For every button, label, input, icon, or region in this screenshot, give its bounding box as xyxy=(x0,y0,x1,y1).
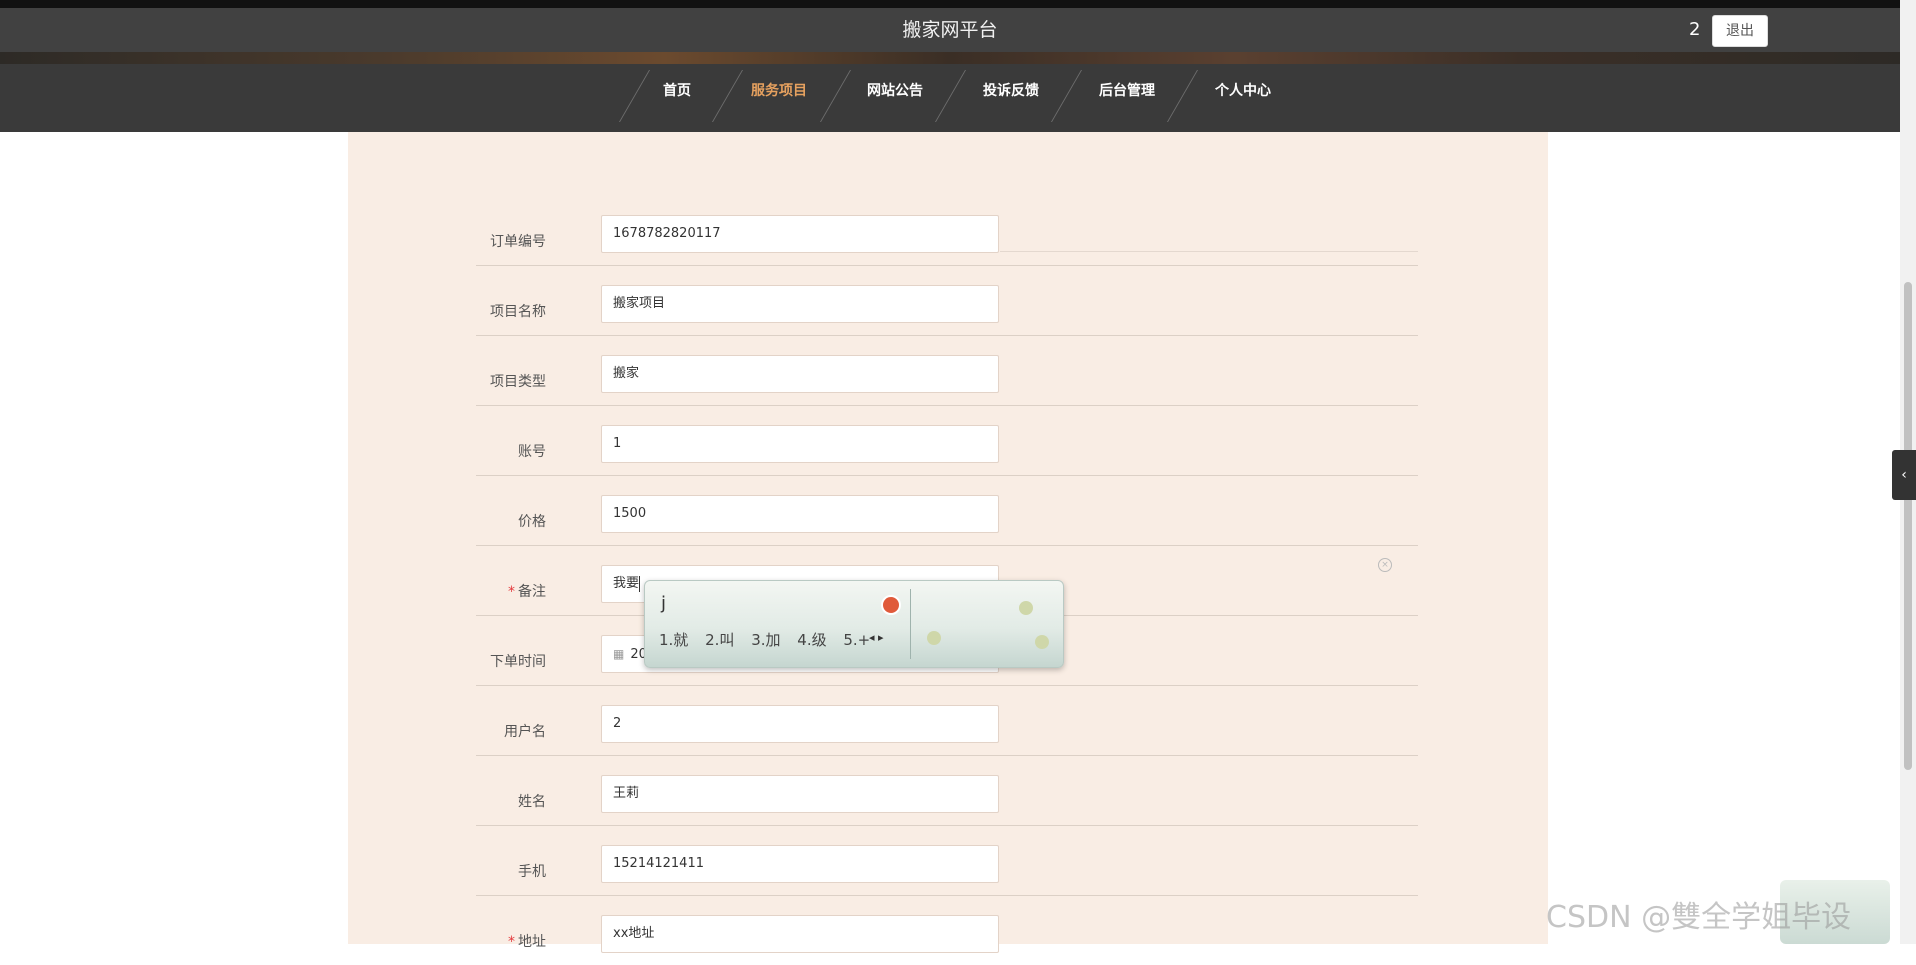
title-bar: 搬家网平台 2 退出 xyxy=(0,8,1900,52)
nav-item-services[interactable]: 服务项目 xyxy=(751,64,807,132)
nav-item-admin[interactable]: 后台管理 xyxy=(1099,64,1155,132)
field-label: 项目名称 xyxy=(490,304,546,320)
field-label: 价格 xyxy=(518,514,546,530)
nav-item-home[interactable]: 首页 xyxy=(663,64,691,132)
ime-divider xyxy=(910,589,911,659)
ime-candidate[interactable]: 4.级 xyxy=(797,631,826,649)
project-name-input[interactable]: 搬家项目 xyxy=(601,285,999,323)
ime-candidate-popup: j 1.就 2.叫 3.加 4.级 5.+ ◂ ▸ xyxy=(644,580,1064,668)
nav-item-announcements[interactable]: 网站公告 xyxy=(867,64,923,132)
field-label: 项目类型 xyxy=(490,374,546,390)
decor-dot xyxy=(1035,635,1049,649)
form-row-name: 姓名 王莉 xyxy=(348,755,1548,826)
form-row-price: 价格 1500 xyxy=(348,475,1548,546)
ime-page-arrows[interactable]: ◂ ▸ xyxy=(869,631,884,644)
field-label: 手机 xyxy=(518,864,546,880)
ime-candidate[interactable]: 1.就 xyxy=(659,631,688,649)
field-label: 账号 xyxy=(518,444,546,460)
nav-separator xyxy=(934,70,967,122)
phone-input[interactable]: 15214121411 xyxy=(601,845,999,883)
form-row-phone: 手机 15214121411 xyxy=(348,825,1548,896)
field-label: * 地址 xyxy=(508,931,546,951)
form-row-username: 用户名 2 xyxy=(348,685,1548,756)
ime-skin-decoration xyxy=(923,595,1051,655)
username-input[interactable]: 2 xyxy=(601,705,999,743)
required-marker: * xyxy=(508,584,515,600)
field-label: * 备注 xyxy=(508,581,546,601)
form-row-project-name: 项目名称 搬家项目 xyxy=(348,265,1548,336)
watermark: CSDN @雙全学姐毕设 xyxy=(1546,900,1852,935)
calendar-icon: ▦ xyxy=(613,647,625,661)
field-label: 订单编号 xyxy=(490,234,546,250)
site-title: 搬家网平台 xyxy=(902,19,998,41)
ime-pinyin: j xyxy=(661,593,667,614)
window-top-edge xyxy=(0,0,1900,8)
field-label: 姓名 xyxy=(518,794,546,810)
scrollbar-thumb[interactable] xyxy=(1904,282,1912,770)
ime-candidate[interactable]: 2.叫 xyxy=(705,631,734,649)
field-label-text: 备注 xyxy=(518,584,546,600)
nav-separator xyxy=(1050,70,1083,122)
field-label-text: 地址 xyxy=(518,934,546,950)
ime-candidate[interactable]: 5.+ xyxy=(843,631,870,649)
account-input[interactable]: 1 xyxy=(601,425,999,463)
decorative-banner-strip xyxy=(0,52,1900,64)
decor-dot xyxy=(927,631,941,645)
row-guide-line xyxy=(1000,251,1418,252)
nav-separator xyxy=(1166,70,1199,122)
name-input[interactable]: 王莉 xyxy=(601,775,999,813)
clear-icon[interactable]: × xyxy=(1378,558,1392,572)
form-row-address: * 地址 xx地址 xyxy=(348,895,1548,965)
text-caret xyxy=(639,575,641,592)
field-label: 下单时间 xyxy=(490,654,546,670)
project-type-input[interactable]: 搬家 xyxy=(601,355,999,393)
order-number-input[interactable]: 1678782820117 xyxy=(601,215,999,253)
ime-candidate-list: 1.就 2.叫 3.加 4.级 5.+ xyxy=(659,629,882,650)
form-row-order-number: 订单编号 1678782820117 xyxy=(348,195,1548,266)
price-input[interactable]: 1500 xyxy=(601,495,999,533)
ime-candidate[interactable]: 3.加 xyxy=(751,631,780,649)
nav-separator xyxy=(618,70,651,122)
remark-input-value: 我要 xyxy=(613,576,640,591)
field-label: 用户名 xyxy=(504,724,546,740)
ime-logo-icon xyxy=(881,595,901,615)
required-marker: * xyxy=(508,934,515,950)
order-form-panel: 订单编号 1678782820117 项目名称 搬家项目 项目类型 搬家 账号 … xyxy=(348,132,1548,953)
form-row-account: 账号 1 xyxy=(348,405,1548,476)
main-nav: 首页 服务项目 网站公告 投诉反馈 后台管理 个人中心 xyxy=(0,64,1900,132)
decor-dot xyxy=(1019,601,1033,615)
nav-item-feedback[interactable]: 投诉反馈 xyxy=(983,64,1039,132)
address-input[interactable]: xx地址 xyxy=(601,915,999,953)
nav-item-profile[interactable]: 个人中心 xyxy=(1215,64,1271,132)
username-display: 2 xyxy=(1689,19,1701,40)
side-panel-toggle[interactable]: ‹ xyxy=(1892,450,1916,500)
nav-separator xyxy=(819,70,852,122)
nav-separator xyxy=(711,70,744,122)
logout-button[interactable]: 退出 xyxy=(1712,15,1768,47)
form-row-project-type: 项目类型 搬家 xyxy=(348,335,1548,406)
